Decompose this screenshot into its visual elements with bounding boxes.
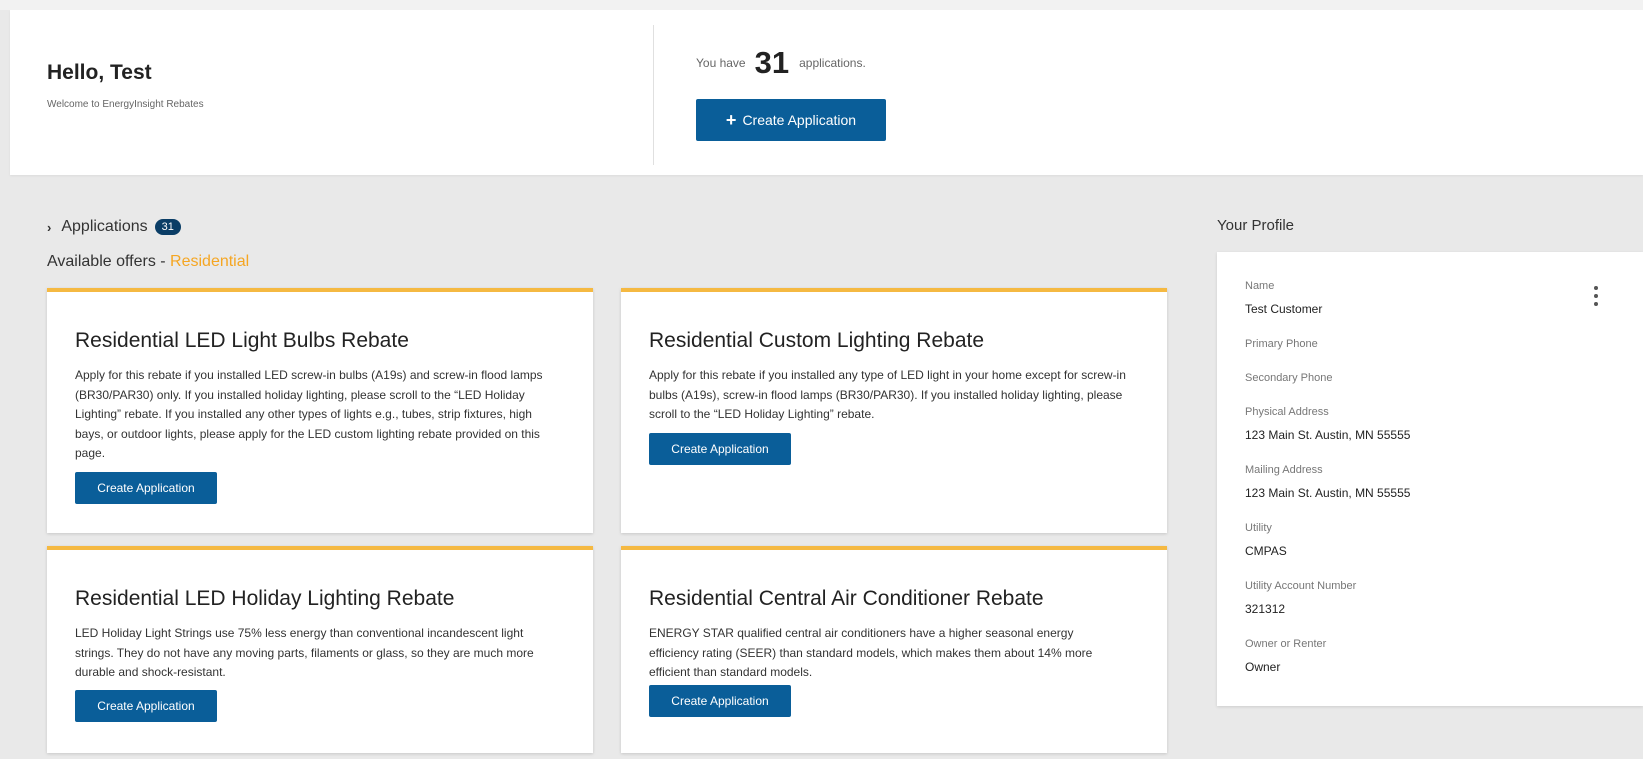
applications-label: Applications [61,218,148,235]
top-strip [0,0,1643,10]
count-suffix: applications. [799,56,866,70]
offers-prefix: Available offers - [47,253,171,270]
profile-field-value: CMPAS [1245,544,1287,558]
profile-field-value: Test Customer [1245,302,1323,316]
offer-card-central-ac: Residential Central Air Conditioner Reba… [621,546,1167,753]
offer-title: Residential LED Light Bulbs Rebate [75,329,409,352]
offer-description: LED Holiday Light Strings use 75% less e… [75,626,534,679]
profile-field-label: Mailing Address [1245,464,1323,476]
profile-field-label: Secondary Phone [1245,372,1333,384]
profile-heading: Your Profile [1217,217,1294,234]
count-number: 31 [754,45,790,80]
create-application-button[interactable]: Create Application [75,472,217,504]
offers-segment: Residential [170,253,250,270]
profile-field-label: Name [1245,280,1275,292]
applications-toggle[interactable]: › Applications 31 [47,218,181,236]
profile-field-label: Primary Phone [1245,338,1318,350]
profile-field-value: Owner [1245,660,1281,674]
profile-field-value: 123 Main St. Austin, MN 55555 [1245,428,1411,442]
profile-field-label: Utility Account Number [1245,580,1357,592]
profile-field-label: Utility [1245,522,1272,534]
profile-card: Name Test Customer Primary Phone Seconda… [1217,252,1643,706]
create-application-button[interactable]: + Create Application [696,99,886,141]
welcome-text: Welcome to EnergyInsight Rebates [47,99,204,110]
profile-field-label: Owner or Renter [1245,638,1327,650]
profile-field-value: 123 Main St. Austin, MN 55555 [1245,486,1411,500]
offer-card-holiday-lighting: Residential LED Holiday Lighting Rebate … [47,546,593,753]
kebab-menu-icon[interactable] [1590,286,1602,306]
create-application-label: Create Application [742,112,857,128]
applications-count-badge: 31 [154,219,181,235]
plus-icon: + [725,110,737,130]
header-card: Hello, Test Welcome to EnergyInsight Reb… [10,10,1643,175]
offer-card-custom-lighting: Residential Custom Lighting Rebate Apply… [621,288,1167,533]
greeting: Hello, Test [47,61,152,84]
offer-title: Residential Custom Lighting Rebate [649,329,985,352]
create-application-button[interactable]: Create Application [649,685,791,717]
offer-card-led-bulbs: Residential LED Light Bulbs Rebate Apply… [47,288,593,533]
profile-field-label: Physical Address [1245,406,1329,418]
create-application-button[interactable]: Create Application [75,690,217,722]
chevron-right-icon: › [47,219,52,235]
profile-field-value: 321312 [1245,602,1286,616]
offer-description: Apply for this rebate if you installed L… [75,368,543,460]
application-count: You have 31 applications. [696,45,866,81]
count-prefix: You have [696,56,746,70]
available-offers-heading: Available offers - Residential [47,253,249,271]
create-application-button[interactable]: Create Application [649,433,791,465]
header-divider [653,25,654,165]
offer-title: Residential Central Air Conditioner Reba… [649,587,1044,610]
offer-description: Apply for this rebate if you installed a… [649,368,1126,421]
offer-title: Residential LED Holiday Lighting Rebate [75,587,455,610]
offer-description: ENERGY STAR qualified central air condit… [649,626,1093,679]
